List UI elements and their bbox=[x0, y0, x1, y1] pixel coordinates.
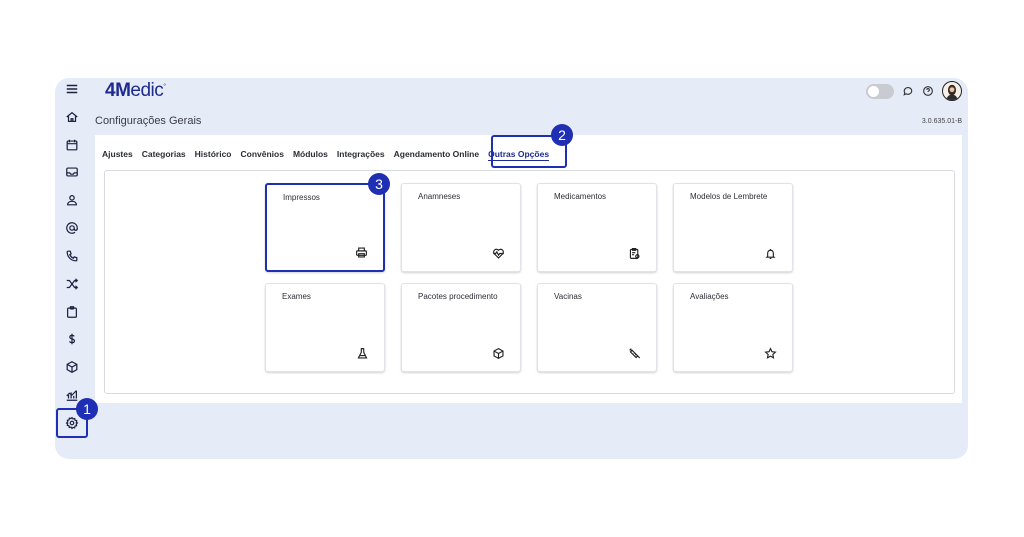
tab-agendamento-online[interactable]: Agendamento Online bbox=[394, 149, 479, 161]
at-icon[interactable] bbox=[63, 219, 81, 237]
inbox-icon[interactable] bbox=[63, 163, 81, 181]
step-badge-3: 3 bbox=[368, 173, 390, 195]
card-label: Avaliações bbox=[690, 292, 729, 301]
flask-icon bbox=[356, 347, 369, 360]
tab-modulos[interactable]: Módulos bbox=[293, 149, 328, 161]
tab-historico[interactable]: Histórico bbox=[195, 149, 232, 161]
theme-toggle[interactable] bbox=[866, 83, 894, 99]
star-icon bbox=[764, 347, 777, 360]
card-label: Anamneses bbox=[418, 192, 461, 201]
content-panel: Ajustes Categorias Histórico Convênios M… bbox=[95, 135, 962, 403]
tab-bar: Ajustes Categorias Histórico Convênios M… bbox=[102, 149, 550, 161]
home-icon[interactable] bbox=[63, 108, 81, 126]
card-impressos[interactable]: Impressos bbox=[265, 183, 385, 272]
phone-icon[interactable] bbox=[63, 247, 81, 265]
help-icon[interactable] bbox=[922, 85, 934, 97]
card-pacotes-procedimento[interactable]: Pacotes procedimento bbox=[401, 283, 521, 372]
calendar-icon[interactable] bbox=[63, 136, 81, 154]
bell-icon bbox=[764, 247, 777, 260]
card-vacinas[interactable]: Vacinas bbox=[537, 283, 657, 372]
tab-integracoes[interactable]: Integrações bbox=[337, 149, 385, 161]
tab-convenios[interactable]: Convênios bbox=[241, 149, 284, 161]
card-avaliacoes[interactable]: Avaliações bbox=[673, 283, 793, 372]
card-anamneses[interactable]: Anamneses bbox=[401, 183, 521, 272]
syringe-icon bbox=[628, 347, 641, 360]
tab-categorias[interactable]: Categorias bbox=[142, 149, 186, 161]
step-badge-2: 2 bbox=[551, 124, 573, 146]
heartbeat-icon bbox=[492, 247, 505, 260]
clipboard-icon[interactable] bbox=[63, 303, 81, 321]
tab-ajustes[interactable]: Ajustes bbox=[102, 149, 133, 161]
card-label: Vacinas bbox=[554, 292, 582, 301]
menu-icon[interactable] bbox=[63, 80, 81, 98]
shuffle-icon[interactable] bbox=[63, 275, 81, 293]
printer-icon bbox=[355, 246, 368, 259]
card-label: Pacotes procedimento bbox=[418, 292, 498, 301]
dollar-icon[interactable] bbox=[63, 330, 81, 348]
prescription-icon bbox=[628, 247, 641, 260]
step-badge-1: 1 bbox=[76, 398, 98, 420]
card-label: Modelos de Lembrete bbox=[690, 192, 768, 201]
chat-icon[interactable] bbox=[902, 85, 914, 97]
options-grid: Impressos Anamneses Medicamentos Modelos… bbox=[104, 170, 955, 394]
person-icon[interactable] bbox=[63, 191, 81, 209]
avatar[interactable] bbox=[942, 81, 962, 101]
package-icon bbox=[492, 347, 505, 360]
card-label: Exames bbox=[282, 292, 311, 301]
cube-icon[interactable] bbox=[63, 358, 81, 376]
card-label: Medicamentos bbox=[554, 192, 607, 201]
card-medicamentos[interactable]: Medicamentos bbox=[537, 183, 657, 272]
card-modelos-de-lembrete[interactable]: Modelos de Lembrete bbox=[673, 183, 793, 272]
app-logo: 4Medic° bbox=[105, 80, 166, 101]
card-label: Impressos bbox=[283, 193, 320, 202]
topbar-controls bbox=[866, 80, 962, 102]
page-title: Configurações Gerais bbox=[95, 115, 202, 127]
card-exames[interactable]: Exames bbox=[265, 283, 385, 372]
version-label: 3.0.635.01-B bbox=[921, 118, 962, 125]
